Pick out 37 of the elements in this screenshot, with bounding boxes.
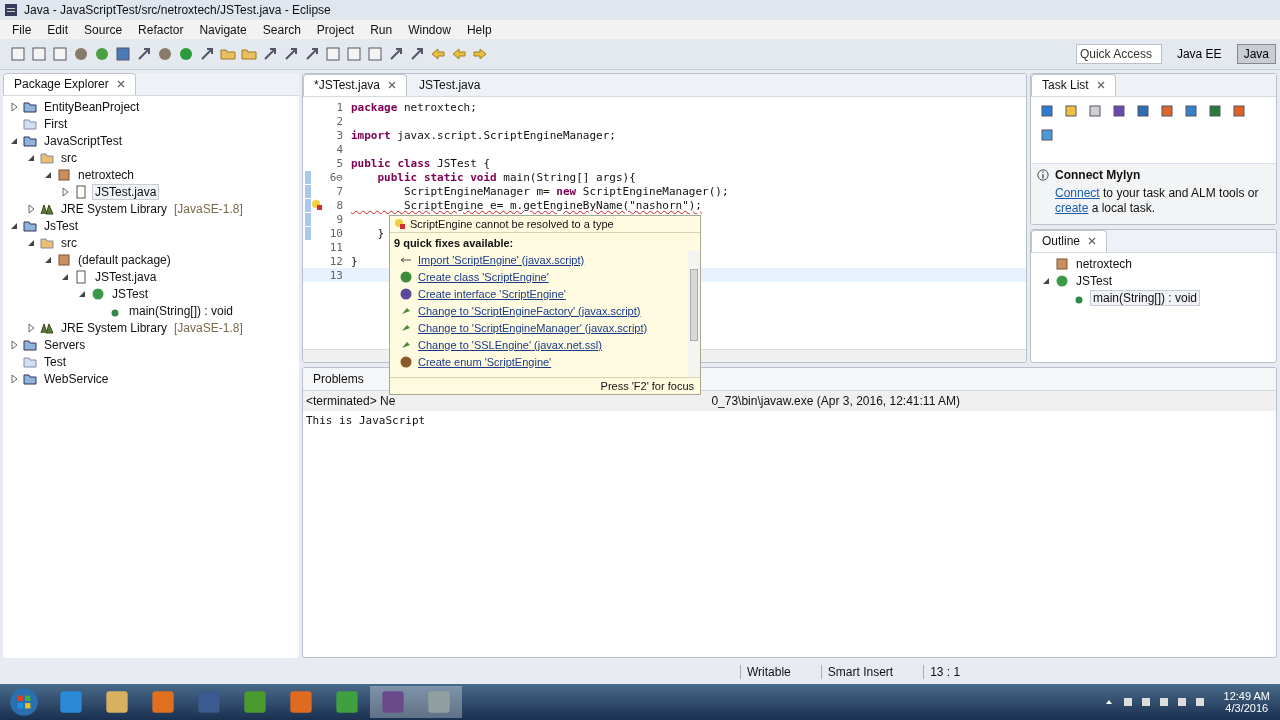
line-number: 2 (335, 114, 344, 128)
code-line: ScriptEngineManager m= new ScriptEngineManager(); (402, 184, 729, 198)
line-number: 9 (335, 212, 344, 226)
status-item: Smart Insert (820, 665, 924, 679)
line-number: 1 (335, 100, 344, 114)
line-number: 3 (335, 128, 344, 142)
clock-date: 4/3/2016 (1225, 702, 1269, 714)
code-line: public static void main(String[] args){ (376, 170, 636, 184)
window-title: Java - JavaScriptTest/src/netroxtech/JSTest.java - Eclipse (24, 3, 331, 17)
mylyn-title: Connect Mylyn (1055, 168, 1141, 182)
line-number: 13 (328, 268, 344, 282)
code-line: ScriptEngine e= m.getEngineByName("nashorn"); (402, 198, 702, 212)
problem-message: ScriptEngine cannot be resolved to a type (410, 218, 614, 230)
quick-fix-count: 9 quick fixes available: (393, 236, 515, 251)
line-number: 4 (335, 142, 344, 156)
code-line: } (351, 254, 358, 268)
line-number: 8 (335, 198, 344, 212)
code-line: import javax.script.ScriptEngineManager; (351, 128, 616, 142)
status-item: 13 : 1 (923, 665, 991, 679)
mylyn-message: Connect to your task and ALM tools or create a local task. (1054, 186, 1260, 216)
clock-time: 12:49 AM (1223, 690, 1270, 702)
line-number: 5 (335, 156, 344, 170)
code-line: } (376, 226, 385, 240)
console-header: 0_73\bin\javaw.exe (Apr 3, 2016, 12:41:11 AM) (711, 394, 960, 408)
line-number: 12 (328, 254, 344, 268)
status-item: Writable (740, 665, 821, 679)
line-number: 10 (328, 226, 344, 240)
popup-hint: Press 'F2' for focus (390, 377, 700, 394)
code-line: package netroxtech; (351, 100, 477, 114)
line-number: 6⊖ (328, 170, 344, 184)
console-header: <terminated> Ne (306, 394, 396, 408)
tree-item-detail: [JavaSE-1.8] (174, 201, 243, 216)
code-line: public class JSTest { (351, 156, 491, 170)
console-output: This is JavaScript (305, 413, 427, 429)
line-number: 7 (335, 184, 344, 198)
tree-item-detail: [JavaSE-1.8] (174, 320, 243, 335)
line-number: 11 (328, 240, 344, 254)
